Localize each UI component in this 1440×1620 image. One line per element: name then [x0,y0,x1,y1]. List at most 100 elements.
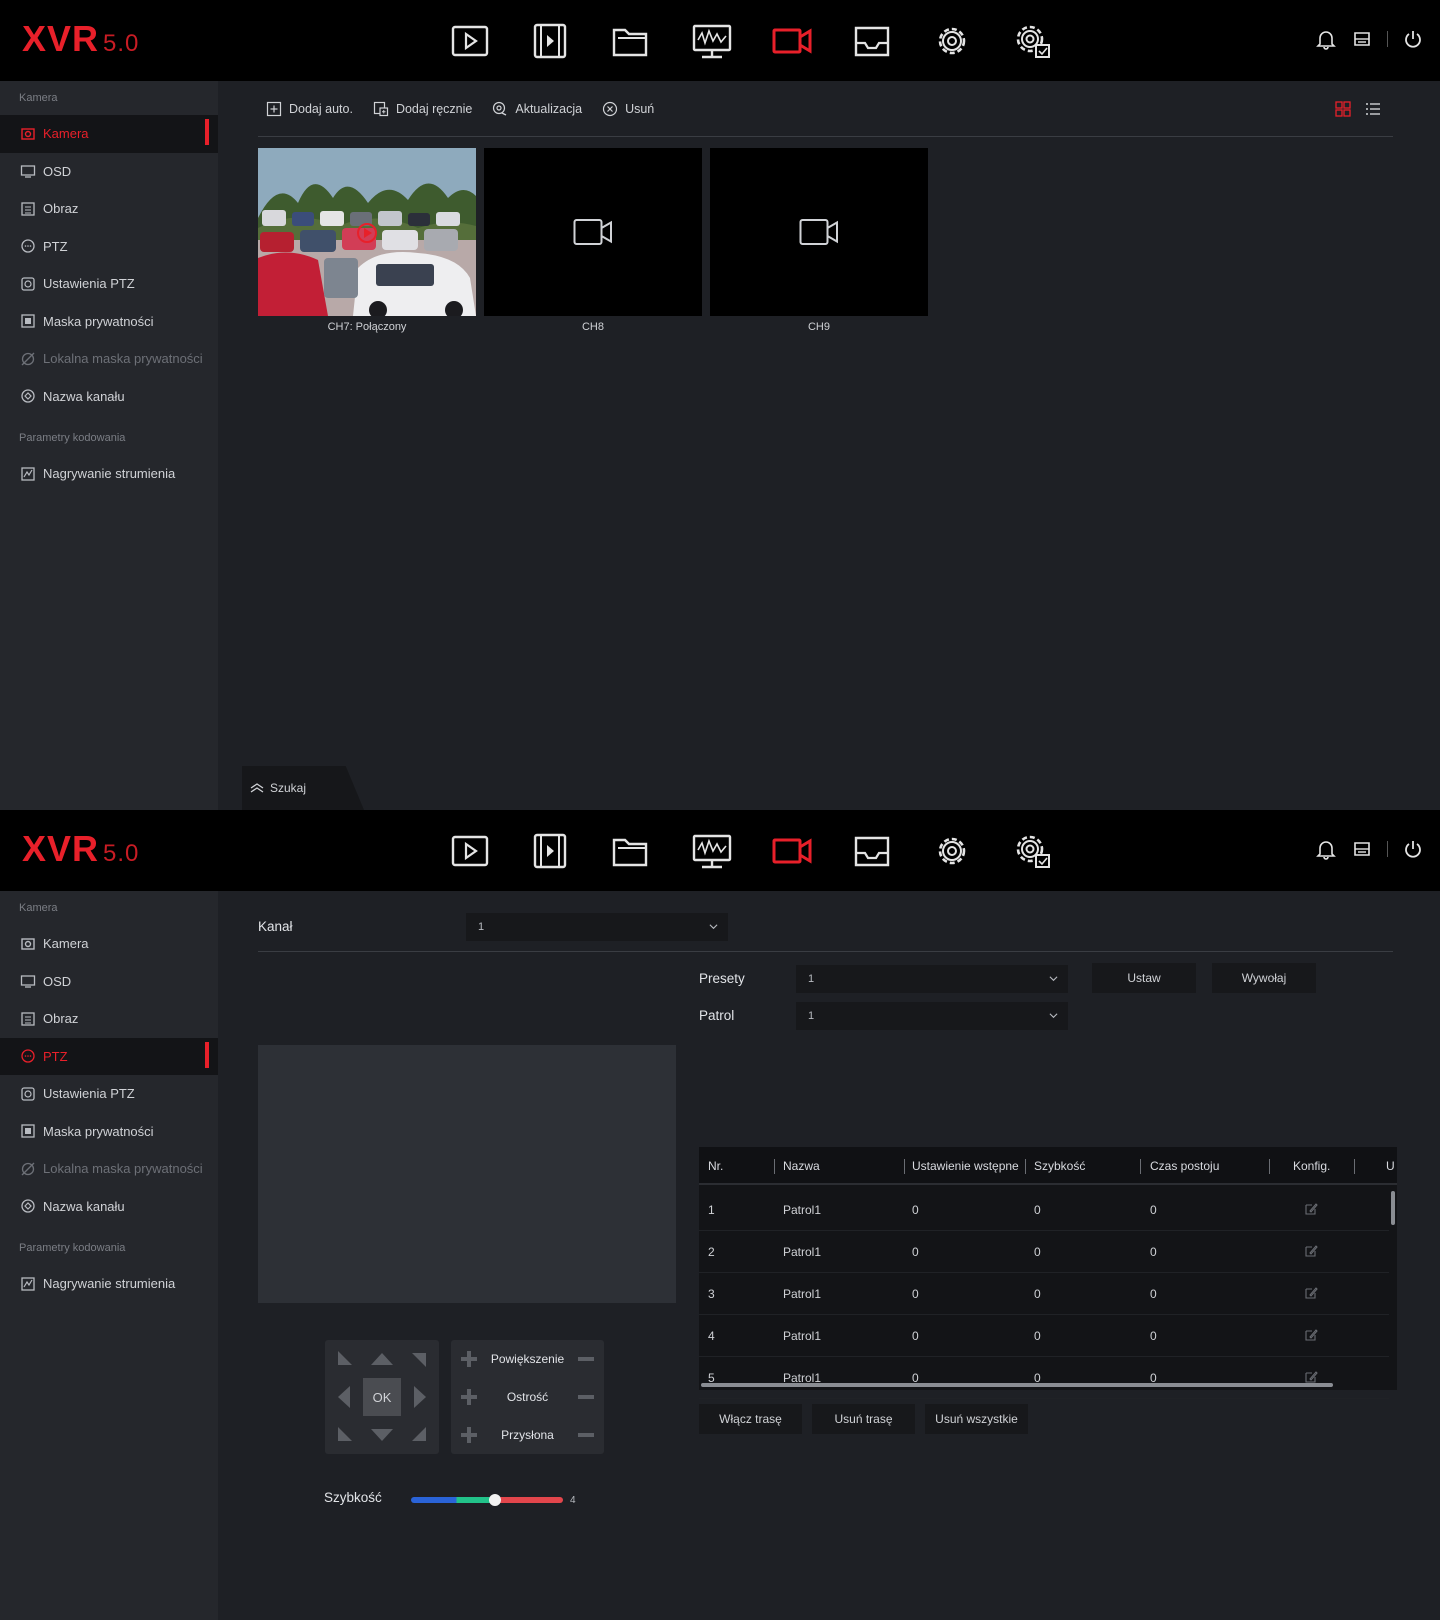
set-preset-button[interactable]: Ustaw [1092,963,1196,993]
folder-icon[interactable] [605,16,655,66]
vertical-scrollbar[interactable] [1391,1191,1395,1225]
sidebar-item-stream-recording[interactable]: Nagrywanie strumienia [0,1265,218,1303]
edit-icon[interactable] [1304,1244,1318,1258]
sidebar-item-image[interactable]: Obraz [0,1000,218,1038]
storage-icon[interactable] [847,826,897,876]
table-cell: 0 [912,1203,919,1217]
monitor-icon[interactable] [687,826,737,876]
sidebar-item-ptz[interactable]: PTZ [0,228,218,266]
disk-icon[interactable] [1351,838,1373,860]
channel-thumbnail-ch8[interactable] [484,148,702,316]
ptz-left-button[interactable] [325,1378,363,1416]
playback-icon[interactable] [445,826,495,876]
column-header: Konfig. [1293,1159,1331,1173]
sidebar-item-channel-name[interactable]: Nazwa kanału [0,1188,218,1226]
logo: XVR 5.0 [22,828,140,869]
settings-icon[interactable] [927,826,977,876]
column-separator [904,1159,905,1174]
ptz-down-left-button[interactable] [325,1416,363,1454]
divider [1387,841,1388,857]
sidebar-item-osd[interactable]: OSD [0,963,218,1001]
system-settings-icon[interactable] [1007,16,1057,66]
monitor-icon[interactable] [687,16,737,66]
sidebar-item-ptz[interactable]: PTZ [0,1037,218,1075]
search-tab[interactable]: Szukaj [242,766,364,810]
sidebar-item-camera[interactable]: Kamera [0,115,218,153]
disk-icon[interactable] [1351,28,1373,50]
sidebar-item-ptz-settings[interactable]: Ustawienia PTZ [0,265,218,303]
ptz-right-button[interactable] [401,1378,439,1416]
call-preset-button[interactable]: Wywołaj [1212,963,1316,993]
table-row[interactable]: 4 Patrol1 0 0 0 [699,1315,1389,1357]
column-separator [1025,1159,1026,1174]
power-icon[interactable] [1402,838,1424,860]
horizontal-scrollbar[interactable] [701,1383,1333,1387]
ptz-up-button[interactable] [363,1340,401,1378]
sidebar-item-privacy-mask[interactable]: Maska prywatności [0,1113,218,1151]
ptz-down-button[interactable] [363,1416,401,1454]
camera-list-screen: XVR 5.0 Kamera Kamera OSD Obraz PTZ Ustaw… [0,0,1440,810]
video-clip-icon[interactable] [525,16,575,66]
bell-icon[interactable] [1315,28,1337,50]
table-row[interactable]: 5 Patrol1 0 0 0 [699,1357,1389,1399]
update-button[interactable]: Aktualizacja [492,101,582,117]
delete-route-button[interactable]: Usuń trasę [812,1404,915,1434]
sidebar-item-local-privacy-mask[interactable]: Lokalna maska prywatności [0,1150,218,1188]
speed-slider[interactable] [411,1494,563,1506]
camera-icon[interactable] [767,826,817,876]
sidebar-item-osd[interactable]: OSD [0,153,218,191]
iris-minus-button[interactable] [568,1416,604,1454]
ptz-up-left-button[interactable] [325,1340,363,1378]
sidebar-item-camera[interactable]: Kamera [0,925,218,963]
table-row[interactable]: 1 Patrol1 0 0 0 [699,1189,1389,1231]
sidebar-item-privacy-mask[interactable]: Maska prywatności [0,303,218,341]
bell-icon[interactable] [1315,838,1337,860]
playback-icon[interactable] [445,16,495,66]
ptz-up-right-button[interactable] [401,1340,439,1378]
settings-icon[interactable] [927,16,977,66]
camera-icon[interactable] [767,16,817,66]
power-icon[interactable] [1402,28,1424,50]
video-clip-icon[interactable] [525,826,575,876]
sidebar-item-ptz-settings[interactable]: Ustawienia PTZ [0,1075,218,1113]
sidebar-item-channel-name[interactable]: Nazwa kanału [0,378,218,416]
presets-label: Presety [699,971,745,986]
slider-knob[interactable] [488,1494,501,1506]
channel-thumbnail-ch7[interactable] [258,148,476,319]
add-manual-button[interactable]: Dodaj ręcznie [373,101,472,117]
sidebar-item-image[interactable]: Obraz [0,190,218,228]
sidebar-item-stream-recording[interactable]: Nagrywanie strumienia [0,455,218,493]
focus-plus-button[interactable] [451,1378,487,1416]
patrol-select[interactable]: 1 [796,1002,1068,1030]
list-view-icon[interactable] [1365,101,1381,117]
presets-select[interactable]: 1 [796,965,1068,993]
channel-select[interactable]: 1 [466,913,728,941]
sidebar-section-camera: Kamera [19,902,58,914]
ptz-ok-button[interactable]: OK [363,1378,401,1416]
column-separator [1140,1159,1141,1174]
delete-button[interactable]: Usuń [602,101,654,117]
system-settings-icon[interactable] [1007,826,1057,876]
table-cell: Patrol1 [783,1203,822,1217]
edit-icon[interactable] [1304,1328,1318,1342]
enable-route-button[interactable]: Włącz trasę [699,1404,802,1434]
table-row[interactable]: 2 Patrol1 0 0 0 [699,1231,1389,1273]
ptz-down-right-button[interactable] [401,1416,439,1454]
edit-icon[interactable] [1304,1286,1318,1300]
table-row[interactable]: 3 Patrol1 0 0 0 [699,1273,1389,1315]
patrol-label: Patrol [699,1008,735,1023]
storage-icon[interactable] [847,16,897,66]
delete-all-button[interactable]: Usuń wszystkie [925,1404,1028,1434]
focus-minus-button[interactable] [568,1378,604,1416]
folder-icon[interactable] [605,826,655,876]
edit-icon[interactable] [1304,1370,1318,1384]
add-auto-button[interactable]: Dodaj auto. [266,101,353,117]
grid-view-icon[interactable] [1335,101,1351,117]
edit-icon[interactable] [1304,1202,1318,1216]
channel-thumbnail-ch9[interactable] [710,148,928,316]
iris-plus-button[interactable] [451,1416,487,1454]
zoom-out-button[interactable] [568,1340,604,1378]
zoom-in-button[interactable] [451,1340,487,1378]
top-right-icons [1315,838,1424,860]
sidebar-item-local-privacy-mask[interactable]: Lokalna maska prywatności [0,340,218,378]
